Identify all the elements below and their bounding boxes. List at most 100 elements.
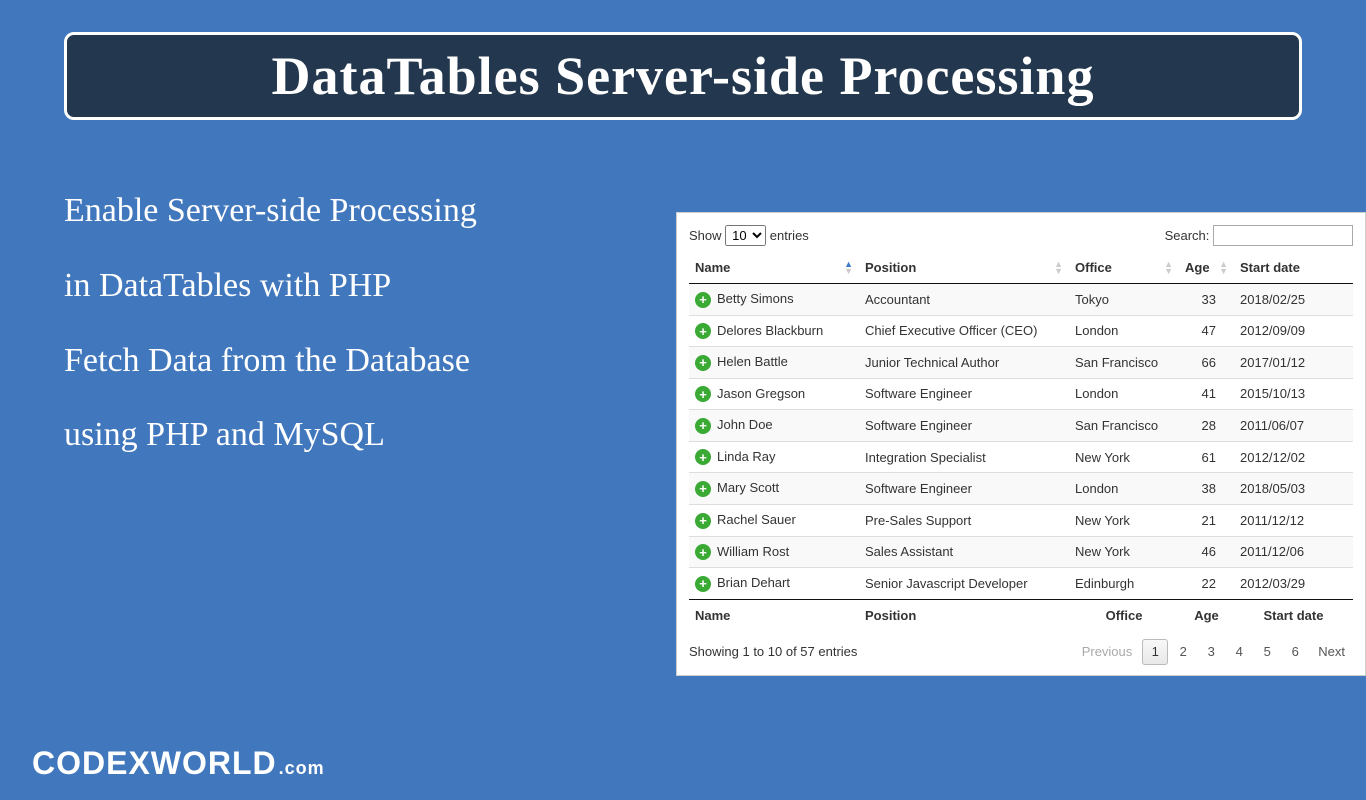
- cell-age: 41: [1179, 378, 1234, 410]
- col-header-office[interactable]: Office ▲▼: [1069, 252, 1179, 284]
- cell-startdate: 2011/12/06: [1234, 536, 1353, 568]
- cell-name: +Jason Gregson: [689, 378, 859, 410]
- expand-icon[interactable]: +: [695, 386, 711, 402]
- table-row: +Delores BlackburnChief Executive Office…: [689, 315, 1353, 347]
- cell-office: London: [1069, 315, 1179, 347]
- expand-icon[interactable]: +: [695, 513, 711, 529]
- table-row: +Rachel SauerPre-Sales SupportNew York21…: [689, 504, 1353, 536]
- cell-office: San Francisco: [1069, 347, 1179, 379]
- table-row: +Linda RayIntegration SpecialistNew York…: [689, 441, 1353, 473]
- desc-line: Fetch Data from the Database: [64, 324, 634, 399]
- cell-name: +Betty Simons: [689, 284, 859, 316]
- cell-position: Chief Executive Officer (CEO): [859, 315, 1069, 347]
- cell-office: San Francisco: [1069, 410, 1179, 442]
- cell-position: Integration Specialist: [859, 441, 1069, 473]
- page-previous[interactable]: Previous: [1074, 639, 1141, 665]
- expand-icon[interactable]: +: [695, 355, 711, 371]
- cell-name: +John Doe: [689, 410, 859, 442]
- page-number[interactable]: 4: [1226, 639, 1252, 665]
- sort-icon: ▲▼: [844, 261, 853, 275]
- cell-age: 66: [1179, 347, 1234, 379]
- pagination: Previous 123456 Next: [1074, 639, 1353, 665]
- col-footer-name: Name: [689, 599, 859, 631]
- table-info: Showing 1 to 10 of 57 entries: [689, 644, 857, 659]
- page-number[interactable]: 5: [1254, 639, 1280, 665]
- cell-position: Software Engineer: [859, 410, 1069, 442]
- expand-icon[interactable]: +: [695, 449, 711, 465]
- cell-age: 33: [1179, 284, 1234, 316]
- expand-icon[interactable]: +: [695, 481, 711, 497]
- cell-name: +Brian Dehart: [689, 568, 859, 600]
- description-text: Enable Server-side Processing in DataTab…: [64, 144, 634, 473]
- expand-icon[interactable]: +: [695, 576, 711, 592]
- cell-name: +Mary Scott: [689, 473, 859, 505]
- cell-startdate: 2011/12/12: [1234, 504, 1353, 536]
- sort-icon: ▲▼: [1164, 261, 1173, 275]
- table-row: +Helen BattleJunior Technical AuthorSan …: [689, 347, 1353, 379]
- cell-startdate: 2012/12/02: [1234, 441, 1353, 473]
- cell-office: New York: [1069, 441, 1179, 473]
- datatable-panel: Show 10 entries Search: Name ▲▼ Position…: [676, 212, 1366, 676]
- page-number[interactable]: 1: [1142, 639, 1168, 665]
- table-row: +Mary ScottSoftware EngineerLondon382018…: [689, 473, 1353, 505]
- cell-age: 38: [1179, 473, 1234, 505]
- cell-age: 28: [1179, 410, 1234, 442]
- table-row: +Brian DehartSenior Javascript Developer…: [689, 568, 1353, 600]
- brand-tld: .com: [279, 758, 325, 778]
- col-header-position[interactable]: Position ▲▼: [859, 252, 1069, 284]
- col-header-age[interactable]: Age ▲▼: [1179, 252, 1234, 284]
- length-show-label: Show: [689, 228, 722, 243]
- cell-position: Software Engineer: [859, 473, 1069, 505]
- col-header-name[interactable]: Name ▲▼: [689, 252, 859, 284]
- cell-position: Junior Technical Author: [859, 347, 1069, 379]
- page-title: DataTables Server-side Processing: [91, 45, 1275, 107]
- length-select[interactable]: 10: [725, 225, 766, 246]
- expand-icon[interactable]: +: [695, 418, 711, 434]
- cell-position: Software Engineer: [859, 378, 1069, 410]
- cell-name: +Delores Blackburn: [689, 315, 859, 347]
- cell-office: London: [1069, 473, 1179, 505]
- cell-startdate: 2011/06/07: [1234, 410, 1353, 442]
- page-next[interactable]: Next: [1310, 639, 1353, 665]
- col-footer-position: Position: [859, 599, 1069, 631]
- page-number[interactable]: 3: [1198, 639, 1224, 665]
- cell-startdate: 2018/02/25: [1234, 284, 1353, 316]
- cell-office: New York: [1069, 536, 1179, 568]
- length-entries-label: entries: [770, 228, 809, 243]
- cell-name: +Linda Ray: [689, 441, 859, 473]
- cell-startdate: 2017/01/12: [1234, 347, 1353, 379]
- col-footer-office: Office: [1069, 599, 1179, 631]
- cell-age: 21: [1179, 504, 1234, 536]
- cell-office: London: [1069, 378, 1179, 410]
- cell-startdate: 2018/05/03: [1234, 473, 1353, 505]
- cell-age: 46: [1179, 536, 1234, 568]
- search-control: Search:: [1165, 225, 1353, 246]
- brand-footer: CODEXWORLD.com: [32, 745, 325, 782]
- expand-icon[interactable]: +: [695, 544, 711, 560]
- cell-age: 22: [1179, 568, 1234, 600]
- search-label: Search:: [1165, 228, 1210, 243]
- expand-icon[interactable]: +: [695, 292, 711, 308]
- data-table: Name ▲▼ Position ▲▼ Office ▲▼ Age ▲▼ Sta…: [689, 252, 1353, 631]
- cell-startdate: 2012/03/29: [1234, 568, 1353, 600]
- cell-position: Sales Assistant: [859, 536, 1069, 568]
- desc-line: using PHP and MySQL: [64, 398, 634, 473]
- cell-office: Edinburgh: [1069, 568, 1179, 600]
- cell-position: Accountant: [859, 284, 1069, 316]
- page-number[interactable]: 2: [1170, 639, 1196, 665]
- sort-icon: ▲▼: [1219, 261, 1228, 275]
- search-input[interactable]: [1213, 225, 1353, 246]
- length-control: Show 10 entries: [689, 225, 809, 246]
- cell-office: New York: [1069, 504, 1179, 536]
- cell-name: +Rachel Sauer: [689, 504, 859, 536]
- cell-startdate: 2015/10/13: [1234, 378, 1353, 410]
- table-row: +William RostSales AssistantNew York4620…: [689, 536, 1353, 568]
- page-number[interactable]: 6: [1282, 639, 1308, 665]
- cell-age: 61: [1179, 441, 1234, 473]
- cell-position: Pre-Sales Support: [859, 504, 1069, 536]
- col-header-startdate[interactable]: Start date: [1234, 252, 1353, 284]
- cell-office: Tokyo: [1069, 284, 1179, 316]
- title-banner: DataTables Server-side Processing: [64, 32, 1302, 120]
- cell-name: +William Rost: [689, 536, 859, 568]
- expand-icon[interactable]: +: [695, 323, 711, 339]
